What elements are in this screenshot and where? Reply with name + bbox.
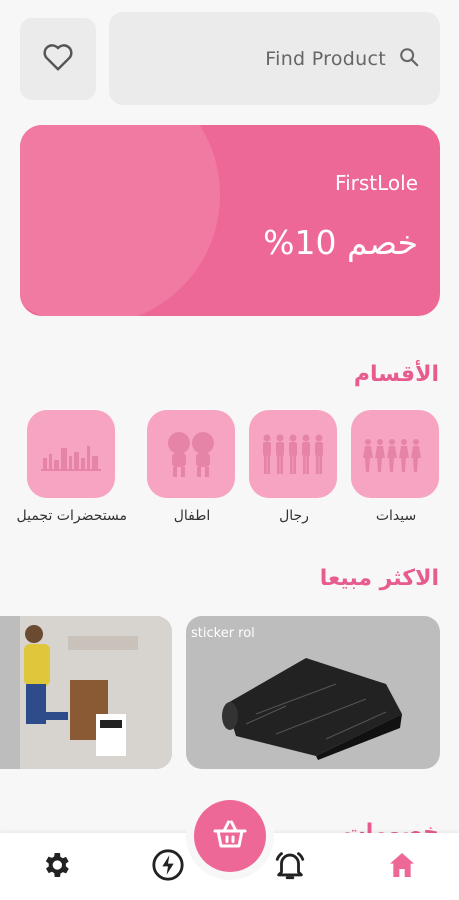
category-women-image — [351, 410, 439, 498]
category-women-label: سيدات — [375, 508, 417, 524]
best-sellers-row: sticker rol — [0, 616, 459, 771]
cart-button[interactable] — [194, 800, 266, 872]
banner-decoration — [20, 125, 220, 316]
bell-icon[interactable] — [272, 847, 308, 883]
favorites-button[interactable] — [20, 18, 96, 100]
search-placeholder: Find Product — [265, 47, 386, 70]
category-kids-label: اطفال — [173, 508, 211, 524]
product-image — [20, 616, 172, 769]
category-men-image — [249, 410, 337, 498]
top-bar: Find Product — [0, 0, 459, 120]
home-icon[interactable] — [384, 847, 420, 883]
gear-icon[interactable] — [38, 847, 74, 883]
category-kids[interactable]: اطفال — [147, 410, 237, 524]
category-cosmetics-image — [27, 410, 115, 498]
category-men-label: رجال — [279, 508, 309, 524]
category-women[interactable]: سيدات — [351, 410, 441, 524]
heart-icon — [41, 42, 75, 76]
search-bar[interactable]: Find Product — [109, 12, 440, 105]
search-icon — [398, 46, 420, 72]
basket-icon — [212, 817, 248, 855]
product-card[interactable] — [0, 616, 172, 769]
best-sellers-title: الاكثر مبيعا — [319, 566, 439, 591]
product-card[interactable]: sticker rol — [186, 616, 440, 769]
banner-shop-name: FirstLole — [335, 171, 418, 195]
banner-promo-text: خصم 10% — [263, 223, 418, 262]
categories-title: الأقسام — [353, 362, 439, 387]
category-men[interactable]: رجال — [249, 410, 339, 524]
categories-row: سيدات رجال اطفال مستحضرات تجميل — [0, 410, 459, 540]
category-kids-image — [147, 410, 235, 498]
promo-banner[interactable]: FirstLole خصم 10% — [20, 125, 440, 316]
product-image — [222, 658, 402, 760]
category-cosmetics[interactable]: مستحضرات تجميل — [17, 410, 127, 524]
product-card-title: sticker rol — [191, 626, 255, 641]
category-cosmetics-label: مستحضرات تجميل — [17, 508, 127, 524]
lightning-icon[interactable] — [150, 847, 186, 883]
